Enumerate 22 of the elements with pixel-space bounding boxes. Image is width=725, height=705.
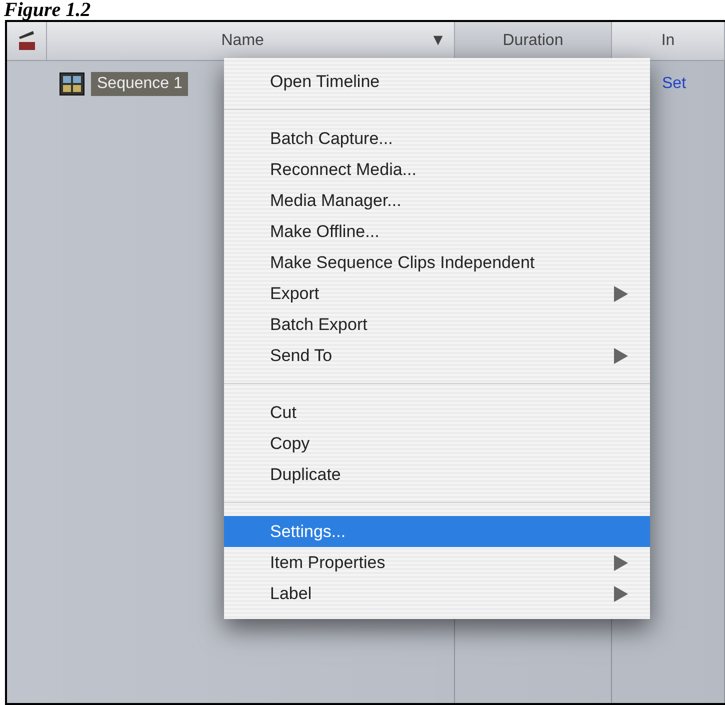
menu-item[interactable]: Batch Export <box>224 309 650 340</box>
table-cell-text: Set <box>661 74 688 94</box>
menu-item[interactable]: Batch Capture... <box>224 123 650 154</box>
sequence-icon <box>59 72 85 96</box>
menu-item[interactable]: Make Offline... <box>224 216 650 247</box>
menu-item[interactable]: Item Properties <box>224 547 650 578</box>
clapperboard-icon <box>16 30 36 52</box>
menu-item[interactable]: Make Sequence Clips Independent <box>224 247 650 278</box>
menu-item[interactable]: Label <box>224 578 650 609</box>
menu-item[interactable]: Cut <box>224 397 650 428</box>
sort-arrow[interactable]: ▼ <box>430 32 446 50</box>
menu-item[interactable]: Settings... <box>224 516 650 547</box>
menu-item[interactable]: Reconnect Media... <box>224 154 650 185</box>
menu-item[interactable]: Send To <box>224 340 650 371</box>
menu-item[interactable]: Media Manager... <box>224 185 650 216</box>
menu-item[interactable]: Copy <box>224 428 650 459</box>
menu-item[interactable]: Export <box>224 278 650 309</box>
figure-caption: Figure 1.2 <box>4 0 91 20</box>
column-header[interactable]: Duration <box>455 22 612 60</box>
menu-item[interactable]: Duplicate <box>224 459 650 490</box>
menu-item[interactable]: Open Timeline <box>224 66 650 97</box>
sequence-name[interactable]: Sequence 1 <box>91 72 188 96</box>
